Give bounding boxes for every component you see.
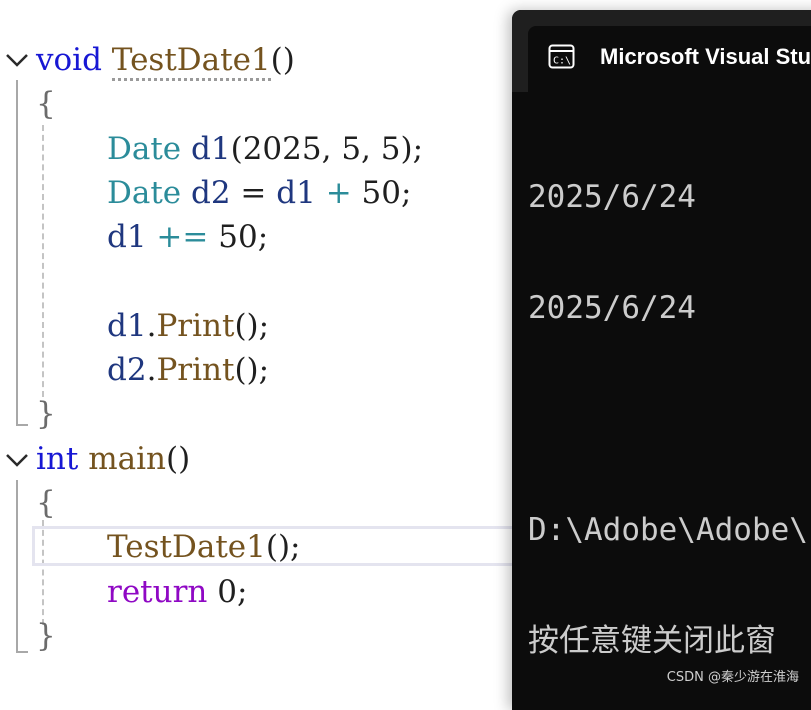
code-line[interactable]: return 0; xyxy=(107,572,247,612)
console-tab[interactable]: C:\ Microsoft Visual Stu xyxy=(528,26,811,92)
fold-guide-line xyxy=(16,480,18,652)
console-title: Microsoft Visual Stu xyxy=(600,44,811,69)
close-brace: } xyxy=(36,618,56,654)
variable: d1 xyxy=(107,308,147,344)
call-parens: (); xyxy=(234,308,270,344)
number: 5 xyxy=(341,131,362,167)
variable: d1 xyxy=(107,219,147,255)
open-brace: { xyxy=(36,485,56,521)
console-titlebar[interactable]: C:\ Microsoft Visual Stu xyxy=(512,10,811,92)
semicolon: ; xyxy=(236,574,248,610)
operator: ( xyxy=(230,131,243,167)
dot: . xyxy=(146,352,157,388)
call-parens: (); xyxy=(234,352,270,388)
function-name[interactable]: TestDate1 xyxy=(111,42,271,81)
semicolon: ; xyxy=(257,219,269,255)
collapse-chevron-icon[interactable] xyxy=(4,450,30,470)
console-output-line: 2025/6/24 xyxy=(528,290,696,326)
console-window[interactable]: C:\ Microsoft Visual Stu 2025/6/24 2025/… xyxy=(512,10,811,710)
keyword-void: void xyxy=(36,42,102,78)
operator: ); xyxy=(400,131,424,167)
variable: d1 xyxy=(276,175,316,211)
method-name: Print xyxy=(156,352,235,388)
console-app-icon: C:\ xyxy=(548,44,575,69)
semicolon: ; xyxy=(400,175,412,211)
variable: d1 xyxy=(191,131,231,167)
fold-guide-line xyxy=(16,80,18,425)
code-line[interactable]: d1.Print(); xyxy=(107,306,269,346)
parentheses: () xyxy=(165,441,191,477)
method-name: Print xyxy=(156,308,235,344)
console-output-line: 按任意键关闭此窗 xyxy=(528,623,776,659)
console-output-line: 2025/6/24 xyxy=(528,179,696,215)
operator: + xyxy=(315,175,362,211)
parentheses: () xyxy=(270,42,295,78)
console-output-line: D:\Adobe\Adobe\ xyxy=(528,512,808,548)
number: 50 xyxy=(361,175,401,211)
code-line[interactable]: d2.Print(); xyxy=(107,350,269,390)
fold-guide-end xyxy=(16,651,28,653)
fold-guide-end xyxy=(16,424,28,426)
function-call: TestDate1 xyxy=(107,529,266,565)
dot: . xyxy=(146,308,157,344)
separator: , xyxy=(321,131,342,167)
code-line[interactable]: d1 += 50; xyxy=(107,217,268,257)
separator: , xyxy=(361,131,381,167)
operator: = xyxy=(230,175,277,211)
operator: += xyxy=(146,219,219,255)
number: 5 xyxy=(380,131,401,167)
close-brace: } xyxy=(36,396,56,432)
watermark: CSDN @秦少游在淮海 xyxy=(666,670,799,685)
call-parens: (); xyxy=(265,529,301,565)
code-line[interactable]: Date d2 = d1 + 50; xyxy=(107,173,411,213)
function-name: main xyxy=(88,441,166,477)
number: 0 xyxy=(207,574,237,610)
type-name: Date xyxy=(107,175,182,211)
svg-text:C:\: C:\ xyxy=(553,56,571,67)
type-name: Date xyxy=(107,131,182,167)
open-brace: { xyxy=(36,86,56,122)
number: 2025 xyxy=(242,131,322,167)
code-line[interactable]: Date d1(2025, 5, 5); xyxy=(107,129,423,169)
code-line[interactable]: TestDate1(); xyxy=(107,527,301,567)
code-line[interactable]: void TestDate1() xyxy=(36,40,295,81)
variable: d2 xyxy=(107,352,147,388)
keyword-return: return xyxy=(107,574,208,610)
code-line[interactable]: int main() xyxy=(36,439,190,479)
variable: d2 xyxy=(191,175,231,211)
console-output[interactable]: 2025/6/24 2025/6/24 D:\Adobe\Adobe\ 按任意键… xyxy=(528,105,811,710)
collapse-chevron-icon[interactable] xyxy=(4,50,30,70)
number: 50 xyxy=(218,219,258,255)
keyword-int: int xyxy=(36,441,79,477)
indent-guide xyxy=(42,125,44,397)
